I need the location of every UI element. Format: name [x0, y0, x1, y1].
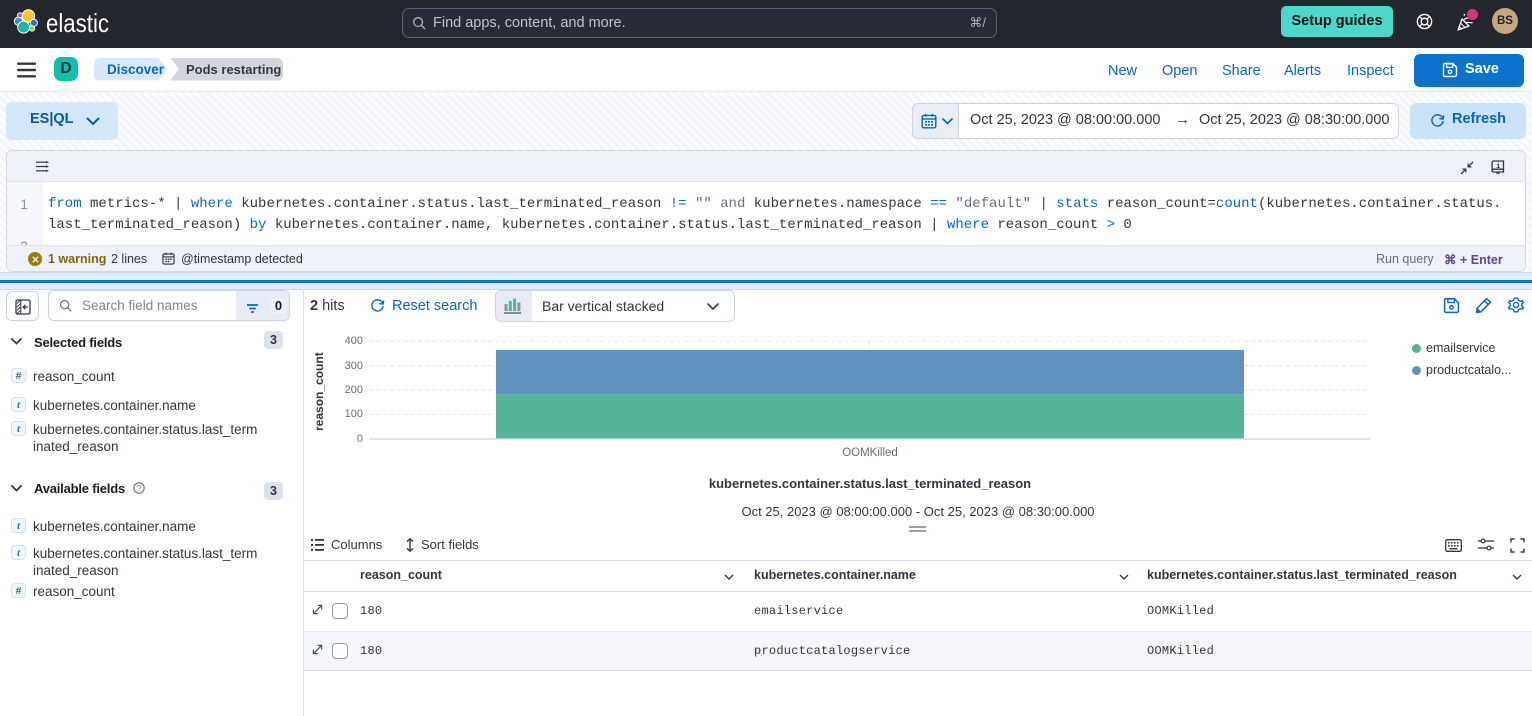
svg-text:i: i	[1496, 163, 1501, 171]
svg-text:?: ?	[137, 484, 142, 493]
